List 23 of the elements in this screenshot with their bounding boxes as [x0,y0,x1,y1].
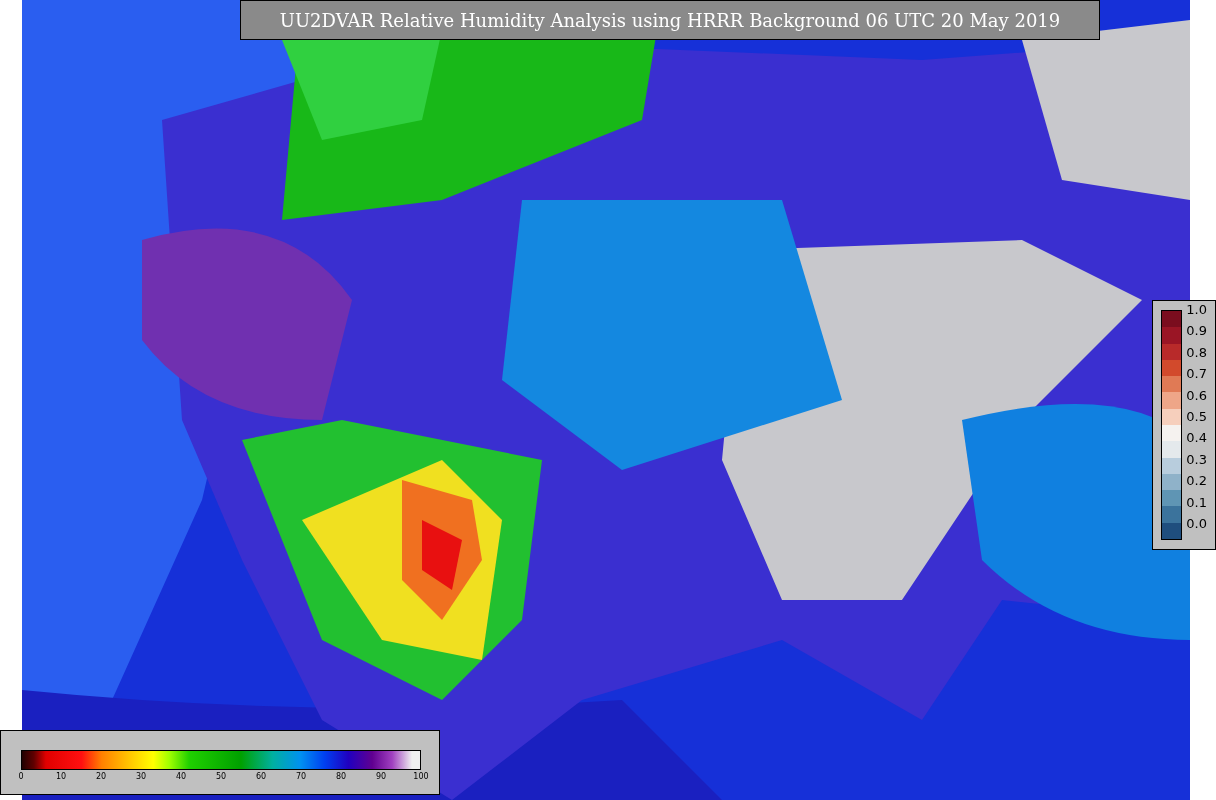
colorbar-tick-label: 0.6 [1186,387,1207,404]
colorbar-tick-label: 0.3 [1186,451,1207,468]
colorbar-tick-label: 0.1 [1186,494,1207,511]
colorbar-tick-label: 0.0 [1186,515,1207,532]
colorbar-tick-label: 70 [295,772,307,782]
colorbar-tick-label: 10 [55,772,67,782]
colorbar-tick-label: 0 [18,772,24,782]
colorbar-tick-label: 0.7 [1186,366,1207,383]
colorbar-tick-label: 0.4 [1186,430,1207,447]
colorbar-tick-label: 0.5 [1186,408,1207,425]
map-title: UU2DVAR Relative Humidity Analysis using HRRR Background 06 UTC 20 May 2019 [279,8,1061,33]
colorbar-tick-label: 1.0 [1186,302,1207,318]
colorbar-tick-label: 90 [375,772,387,782]
colorbar-tick-label: 40 [175,772,187,782]
colorbar-tick-label: 20 [95,772,107,782]
colorbar-tick-label: 60 [255,772,267,782]
colorbar-tick-label: 0.9 [1186,323,1207,340]
colorbar-tick-label: 30 [135,772,147,782]
colorbar-tick-label: 80 [335,772,347,782]
colorbar-tick-label: 0.8 [1186,344,1207,361]
colorbar-tick-label: 0.2 [1186,473,1207,490]
colorbar-tick-label: 100 [413,772,429,782]
colorbar-tick-label: 50 [215,772,227,782]
